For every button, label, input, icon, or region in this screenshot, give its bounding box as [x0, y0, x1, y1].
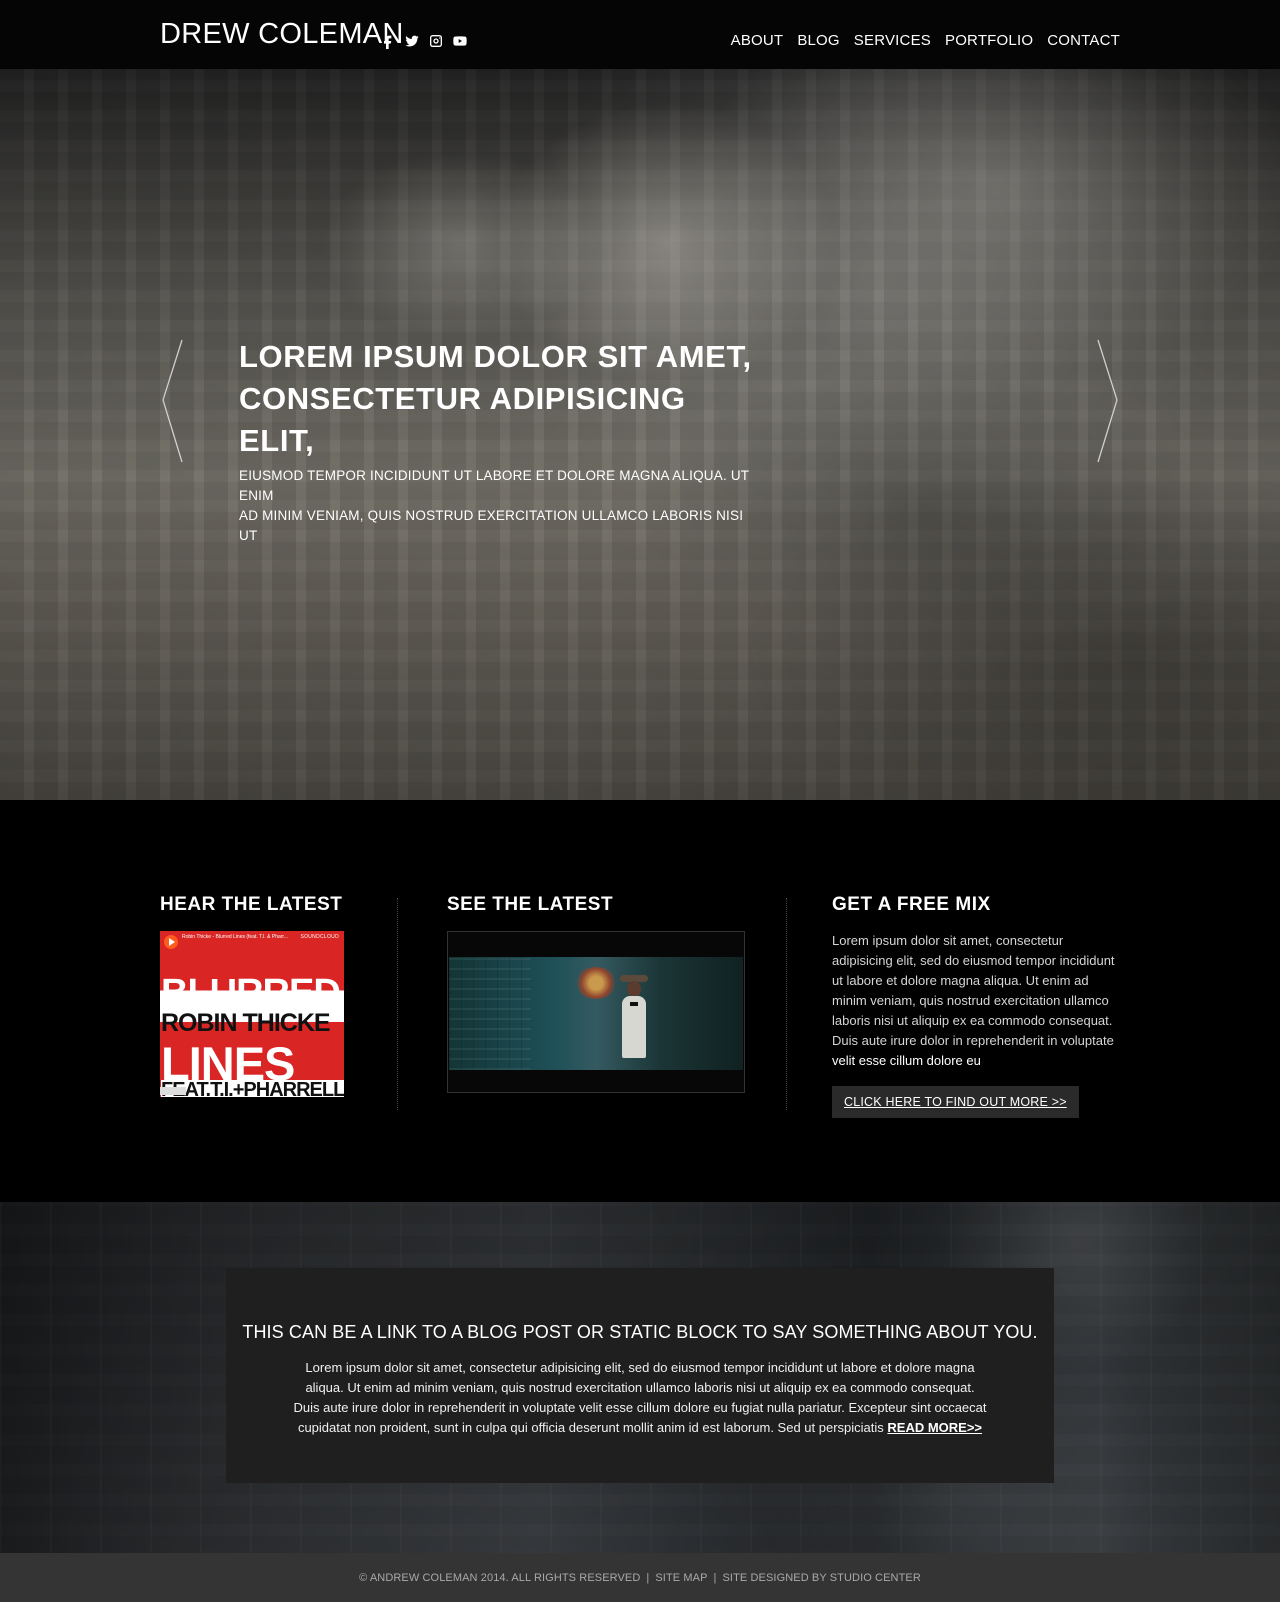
social-links — [380, 33, 468, 49]
player-track-meta: Robin Thicke - Blurred Lines (feat. T.I.… — [182, 934, 288, 940]
brand-logo-text[interactable]: DREW COLEMAN — [160, 18, 404, 51]
person-image — [617, 975, 651, 1065]
hero-subtitle-line-1: EIUSMOD TEMPOR INCIDIDUNT UT LABORE ET D… — [239, 468, 749, 503]
slider-next-button[interactable] — [1090, 338, 1120, 464]
hero-slider: LOREM IPSUM DOLOR SIT AMET, CONSECTETUR … — [0, 69, 1280, 800]
nav-portfolio-link[interactable]: PORTFOLIO — [945, 32, 1033, 49]
column-divider — [786, 898, 787, 1110]
feature-section: THIS CAN BE A LINK TO A BLOG POST OR STA… — [0, 1202, 1280, 1554]
head-image — [627, 981, 641, 997]
site-footer: © ANDREW COLEMAN 2014. ALL RIGHTS RESERV… — [0, 1553, 1280, 1602]
hero-title: LOREM IPSUM DOLOR SIT AMET, CONSECTETUR … — [239, 336, 759, 462]
latest-grid: HEAR THE LATEST Robin Thicke - Blurred L… — [160, 893, 1120, 1118]
nav-blog-link[interactable]: BLOG — [797, 32, 839, 49]
latest-section: HEAR THE LATEST Robin Thicke - Blurred L… — [0, 800, 1280, 1202]
feature-title-link[interactable]: THIS CAN BE A LINK TO A BLOG POST OR STA… — [226, 1320, 1054, 1344]
video-thumbnail — [449, 957, 743, 1070]
free-mix-description: Lorem ipsum dolor sit amet, consectetur … — [832, 931, 1120, 1071]
free-mix-cta-button[interactable]: CLICK HERE TO FIND OUT MORE >> — [832, 1086, 1079, 1118]
facebook-icon[interactable] — [380, 33, 396, 49]
album-art-title-line-1: BLURRED — [161, 972, 341, 1014]
video-player[interactable] — [447, 931, 745, 1093]
see-latest-title: SEE THE LATEST — [447, 894, 614, 915]
column-divider — [397, 898, 398, 1110]
hero-caption: LOREM IPSUM DOLOR SIT AMET, CONSECTETUR … — [239, 336, 759, 546]
album-art-artist-line: ROBIN THICKE — [161, 1009, 331, 1037]
soundcloud-logo-text: SOUNDCLOUD — [300, 934, 339, 940]
free-mix-description-main: Lorem ipsum dolor sit amet, consectetur … — [832, 933, 1115, 1048]
player-header: Robin Thicke - Blurred Lines (feat. T.I.… — [160, 931, 344, 953]
bow-tie-image — [630, 1002, 638, 1006]
chevron-right-icon — [1097, 339, 1118, 463]
hero-title-line-1: LOREM IPSUM DOLOR SIT AMET, — [239, 339, 752, 374]
nav-services-link[interactable]: SERVICES — [854, 32, 931, 49]
footer-designer-credit: SITE DESIGNED BY STUDIO CENTER — [722, 1571, 921, 1584]
play-icon[interactable] — [164, 935, 178, 949]
player-progress-strip — [160, 1087, 186, 1095]
hear-latest-title: HEAR THE LATEST — [160, 894, 343, 915]
soundcloud-player[interactable]: Robin Thicke - Blurred Lines (feat. T.I.… — [160, 931, 344, 1097]
light-glow-image — [575, 967, 617, 999]
free-mix-description-highlight: velit esse cillum dolore eu — [832, 1053, 981, 1068]
hero-subtitle-line-2: AD MINIM VENIAM, QUIS NOSTRUD EXERCITATI… — [239, 508, 744, 543]
site-map-link[interactable]: SITE MAP — [655, 1572, 707, 1584]
feature-body-main: Lorem ipsum dolor sit amet, consectetur … — [293, 1360, 987, 1435]
site-header: DREW COLEMAN ABOUT BLOG SERVICES PORTFOL… — [0, 0, 1280, 69]
hero-title-line-2: CONSECTETUR ADIPISICING ELIT, — [239, 381, 686, 458]
feature-body-text: Lorem ipsum dolor sit amet, consectetur … — [293, 1358, 987, 1438]
main-navigation: ABOUT BLOG SERVICES PORTFOLIO CONTACT — [731, 32, 1120, 49]
see-latest-column: SEE THE LATEST — [447, 893, 745, 1113]
nav-about-link[interactable]: ABOUT — [731, 32, 784, 49]
free-mix-title: GET A FREE MIX — [832, 894, 991, 915]
nav-contact-link[interactable]: CONTACT — [1047, 32, 1120, 49]
youtube-icon[interactable] — [452, 33, 468, 49]
album-art-feature-line: feat.T.I.+PHARRELL — [161, 1080, 344, 1097]
chevron-left-icon — [162, 339, 183, 463]
hero-subtitle: EIUSMOD TEMPOR INCIDIDUNT UT LABORE ET D… — [239, 466, 759, 546]
footer-copyright: © ANDREW COLEMAN 2014. ALL RIGHTS RESERV… — [359, 1571, 641, 1584]
brick-wall-image — [449, 957, 531, 1070]
slider-previous-button[interactable] — [160, 338, 190, 464]
album-artwork: BLURRED ROBIN THICKE LINES feat.T.I.+PHA… — [160, 953, 344, 1097]
footer-separator: | — [646, 1571, 650, 1584]
instagram-icon[interactable] — [428, 33, 444, 49]
footer-separator: | — [713, 1571, 717, 1584]
twitter-icon[interactable] — [404, 33, 420, 49]
feature-card: THIS CAN BE A LINK TO A BLOG POST OR STA… — [226, 1268, 1054, 1483]
read-more-link[interactable]: READ MORE>> — [887, 1420, 982, 1435]
free-mix-column: GET A FREE MIX Lorem ipsum dolor sit ame… — [832, 893, 1120, 1118]
hear-latest-column: HEAR THE LATEST Robin Thicke - Blurred L… — [160, 893, 396, 1113]
